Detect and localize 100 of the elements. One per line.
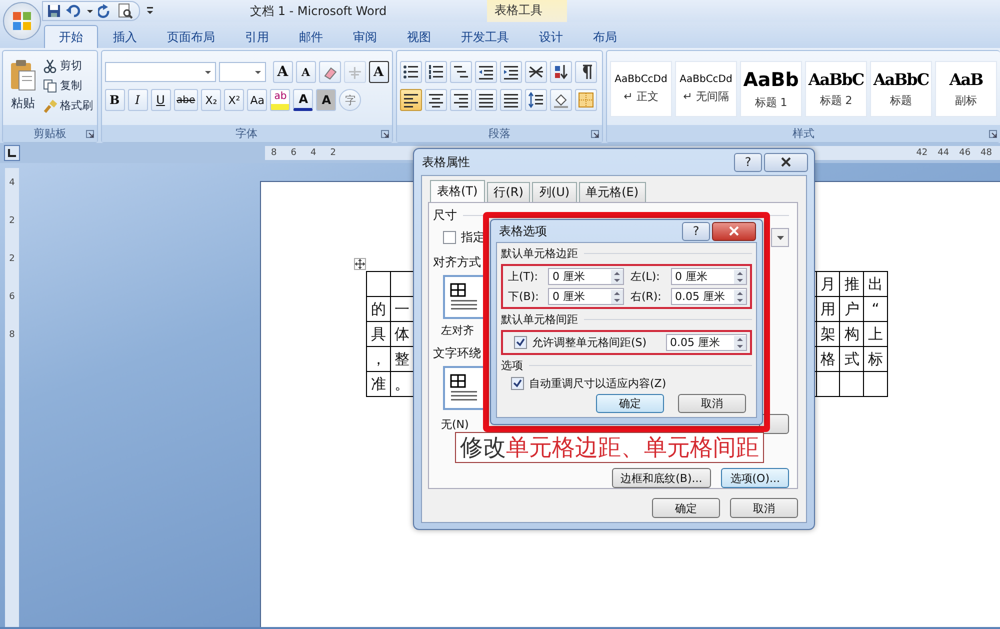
spin-field[interactable]: 0 厘米 xyxy=(548,288,624,305)
dialog-button[interactable]: 取消 xyxy=(730,498,798,518)
section-label: 对齐方式 xyxy=(433,254,481,271)
checkbox[interactable] xyxy=(443,231,456,244)
table-cell: ， xyxy=(366,346,390,372)
checkbox[interactable] xyxy=(511,377,524,390)
group-label: 段落 xyxy=(488,126,510,141)
ribbon-button[interactable]: 格式刷 xyxy=(43,97,93,114)
alignment-button[interactable] xyxy=(424,89,447,111)
dialog-button[interactable]: 确定 xyxy=(596,394,664,413)
ribbon-button[interactable] xyxy=(424,61,447,83)
underline-button[interactable]: U xyxy=(150,89,171,111)
superscript-button[interactable]: X² xyxy=(224,89,244,111)
justify-icon xyxy=(478,92,494,108)
close-icon xyxy=(781,157,791,167)
ribbon-button[interactable]: 剪切 xyxy=(43,57,93,74)
ribbon-button[interactable] xyxy=(400,61,422,83)
decrease-indent-icon xyxy=(478,64,494,80)
font-name-field[interactable] xyxy=(104,62,216,82)
increase-indent-icon xyxy=(502,64,519,80)
style-tile[interactable]: AaB 副标 xyxy=(935,61,997,117)
strikethrough-button[interactable]: abe xyxy=(174,89,198,111)
ribbon-tab[interactable]: 布局 xyxy=(578,25,632,48)
change-case-button[interactable]: Aa xyxy=(247,89,268,111)
grow-font-button[interactable]: A xyxy=(272,61,293,83)
ribbon-button[interactable]: 复制 xyxy=(43,77,93,94)
close-button[interactable] xyxy=(764,152,808,172)
dropdown-caret-icon xyxy=(254,70,261,74)
table-move-handle[interactable] xyxy=(354,258,366,270)
style-tile[interactable]: AaBbCcDd ↵ 无间隔 xyxy=(675,61,737,117)
style-tile[interactable]: AaBb 标题 1 xyxy=(740,61,802,117)
spinner-icon xyxy=(611,270,624,284)
dialog-button[interactable]: 确定 xyxy=(652,498,720,518)
help-button[interactable]: ? xyxy=(682,222,710,240)
ribbon-button[interactable] xyxy=(574,61,597,83)
ribbon-tab[interactable]: 审阅 xyxy=(338,25,392,48)
ribbon-button[interactable] xyxy=(500,61,522,83)
dialog-tab[interactable]: 表格(T) xyxy=(430,180,485,202)
ribbon-tab[interactable]: 邮件 xyxy=(284,25,338,48)
character-shading-button[interactable]: A xyxy=(316,89,336,111)
alignment-button[interactable] xyxy=(474,89,497,111)
dialog-button[interactable]: 取消 xyxy=(678,394,746,413)
table-cell: 架 xyxy=(816,322,840,346)
alignment-button[interactable] xyxy=(400,89,422,111)
print-preview-icon xyxy=(117,3,133,19)
dropdown-button[interactable] xyxy=(771,228,789,247)
ribbon-button[interactable] xyxy=(450,61,472,83)
dialog-title: 表格属性 xyxy=(422,154,471,170)
font-color-button[interactable]: A xyxy=(293,89,314,111)
spin-field[interactable]: 0 厘米 xyxy=(671,268,747,285)
wrap-option[interactable] xyxy=(443,366,485,410)
ribbon-button[interactable] xyxy=(474,61,497,83)
spin-field[interactable]: 0.05 厘米 xyxy=(666,334,747,351)
ruler-number: 46 xyxy=(959,148,971,158)
dialog-tab[interactable]: 列(U) xyxy=(532,182,577,202)
checkbox-label: 允许调整单元格间距(S) xyxy=(532,335,648,350)
checkbox[interactable] xyxy=(514,336,527,349)
option-label: 无(N) xyxy=(441,416,469,432)
ribbon-button[interactable] xyxy=(524,61,547,83)
office-button[interactable] xyxy=(3,2,41,40)
ribbon-tab[interactable]: 视图 xyxy=(392,25,446,48)
shrink-font-button[interactable]: A xyxy=(296,61,316,83)
spin-field[interactable]: 0.05 厘米 xyxy=(671,288,747,305)
subscript-button[interactable]: X₂ xyxy=(201,89,222,111)
font-size-field[interactable] xyxy=(218,62,266,82)
ribbon-button[interactable] xyxy=(524,89,547,111)
section-label: 尺寸 xyxy=(433,207,457,224)
dialog-tab[interactable]: 行(R) xyxy=(486,182,530,202)
paste-button[interactable]: 粘贴 xyxy=(6,55,40,125)
table-cell: 户 xyxy=(840,296,864,322)
ribbon-button[interactable] xyxy=(550,61,572,83)
style-tile[interactable]: AaBbC 标题 xyxy=(870,61,932,117)
bold-button[interactable]: B xyxy=(104,89,125,111)
ribbon-tab[interactable]: 页面布局 xyxy=(152,25,230,48)
ribbon-tab[interactable]: 引用 xyxy=(230,25,284,48)
dialog-tab[interactable]: 单元格(E) xyxy=(578,182,646,202)
undo-icon xyxy=(66,4,82,18)
ribbon-tab[interactable]: 开发工具 xyxy=(446,25,524,48)
dialog-button[interactable]: 边框和底纹(B)... xyxy=(612,468,712,488)
help-button[interactable]: ? xyxy=(734,152,762,172)
highlight-button[interactable]: ab xyxy=(270,89,290,111)
ribbon-tab[interactable]: 开始 xyxy=(44,25,98,48)
close-button[interactable] xyxy=(712,222,756,240)
style-tile[interactable]: AaBbCcDd ↵ 正文 xyxy=(610,61,672,117)
ribbon-tab[interactable]: 插入 xyxy=(98,25,152,48)
alignment-button[interactable] xyxy=(500,89,522,111)
spin-field[interactable]: 0 厘米 xyxy=(548,268,624,285)
tab-selector-button[interactable] xyxy=(4,145,20,161)
character-border-button[interactable]: A xyxy=(368,61,389,83)
dialog-button[interactable]: 选项(O)... xyxy=(721,468,789,488)
checkmark-icon xyxy=(513,379,522,388)
alignment-option[interactable] xyxy=(443,275,485,319)
ribbon-button[interactable] xyxy=(550,89,572,111)
dialog-launcher-icon xyxy=(86,130,94,138)
ribbon-tab[interactable]: 设计 xyxy=(524,25,578,48)
italic-button[interactable]: I xyxy=(128,89,148,111)
alignment-button[interactable] xyxy=(450,89,472,111)
enclose-character-button[interactable]: 字 xyxy=(339,89,362,111)
office-logo-icon xyxy=(12,11,32,31)
style-tile[interactable]: AaBbC 标题 2 xyxy=(805,61,867,117)
